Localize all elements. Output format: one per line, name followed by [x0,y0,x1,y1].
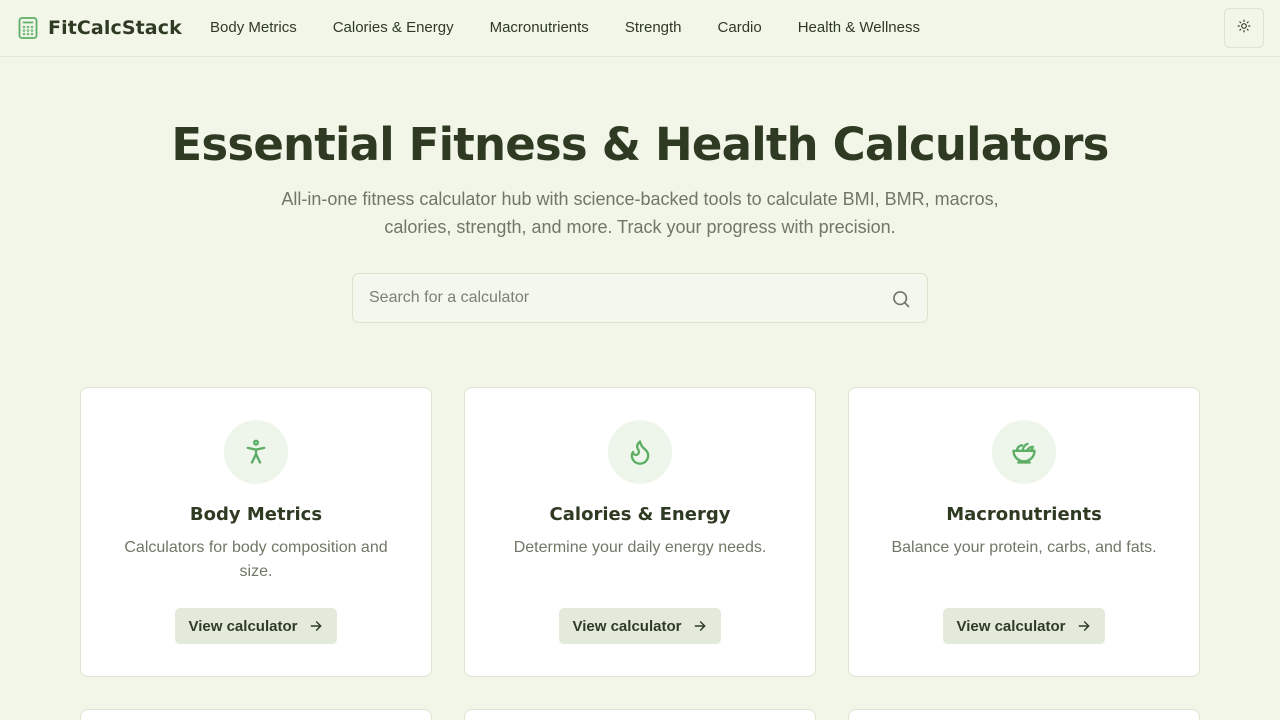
page-title: Essential Fitness & Health Calculators [171,118,1109,171]
card-title: Body Metrics [189,504,323,525]
arrow-right-icon [309,619,323,633]
view-calculator-button[interactable]: View calculator [943,608,1105,644]
search-icon[interactable] [891,289,911,314]
button-label: View calculator [188,617,298,635]
accessibility-icon [224,420,288,484]
button-label: View calculator [572,617,682,635]
search-input[interactable] [353,274,883,322]
nav-item-macronutrients[interactable]: Macronutrients [490,18,589,38]
category-card-partial [848,709,1200,720]
card-title: Macronutrients [946,504,1102,525]
button-label: View calculator [956,617,1066,635]
category-card-calories-energy: Calories & Energy Determine your daily e… [464,387,816,677]
salad-icon [992,420,1056,484]
category-card-partial [80,709,432,720]
view-calculator-button[interactable]: View calculator [559,608,721,644]
nav-item-strength[interactable]: Strength [625,18,682,38]
page-subtitle: All-in-one fitness calculator hub with s… [281,189,999,237]
top-navbar: FitCalcStack Body Metrics Calories & Ene… [0,0,1280,57]
theme-toggle-button[interactable] [1224,8,1264,48]
nav-item-cardio[interactable]: Cardio [718,18,762,38]
brand-name: FitCalcStack [48,17,182,39]
arrow-right-icon [693,619,707,633]
sun-icon [1237,19,1251,38]
search-box [352,273,928,323]
card-description: Determine your daily energy needs. [513,539,767,556]
card-title: Calories & Energy [549,504,731,525]
category-card-partial [464,709,816,720]
card-description: Balance your protein, carbs, and fats. [891,539,1157,556]
main-nav: Body Metrics Calories & Energy Macronutr… [210,18,956,38]
category-card-macronutrients: Macronutrients Balance your protein, car… [848,387,1200,677]
nav-item-health-wellness[interactable]: Health & Wellness [798,18,920,38]
card-description: Calculators for body composition and siz… [124,539,388,580]
calculator-icon [18,17,38,39]
category-card-body-metrics: Body Metrics Calculators for body compos… [80,387,432,677]
view-calculator-button[interactable]: View calculator [175,608,337,644]
flame-icon [608,420,672,484]
nav-item-calories-energy[interactable]: Calories & Energy [333,18,454,38]
brand-logo-link[interactable]: FitCalcStack [18,16,182,40]
nav-item-body-metrics[interactable]: Body Metrics [210,18,297,38]
arrow-right-icon [1077,619,1091,633]
